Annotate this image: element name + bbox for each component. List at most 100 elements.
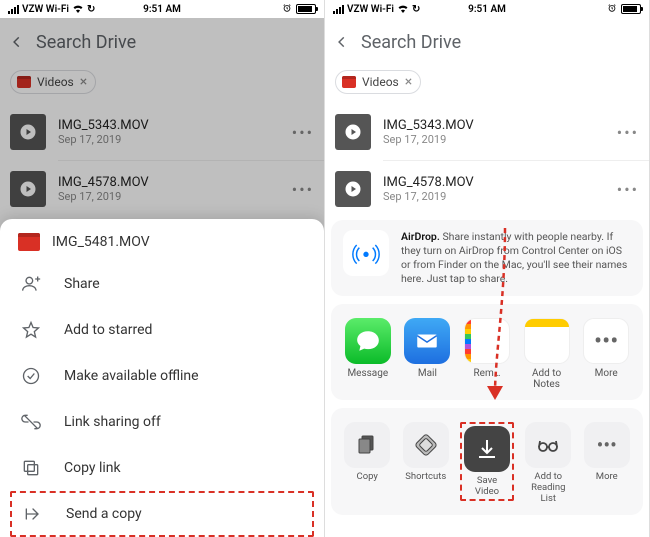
link-sharing-item[interactable]: Link sharing off bbox=[0, 399, 324, 445]
file-date: Sep 17, 2019 bbox=[383, 133, 605, 146]
chip-label: Videos bbox=[37, 75, 74, 89]
ios-share-sheet: AirDrop. Share instantly with people nea… bbox=[325, 220, 649, 537]
more-icon: ••• bbox=[584, 422, 630, 468]
file-row[interactable]: IMG_5343.MOV Sep 17, 2019 ••• bbox=[0, 104, 324, 160]
status-bar: VZW Wi-Fi ↻ 9:51 AM bbox=[0, 0, 324, 18]
send-copy-label: Send a copy bbox=[66, 506, 142, 522]
carrier-label: VZW Wi-Fi bbox=[22, 4, 69, 15]
video-thumb-icon bbox=[10, 114, 46, 150]
airdrop-card[interactable]: AirDrop. Share instantly with people nea… bbox=[331, 220, 643, 297]
action-save-video[interactable]: Save Video bbox=[460, 422, 514, 505]
phone-right: VZW Wi-Fi ↻ 9:51 AM Search Drive bbox=[325, 0, 650, 537]
more-icon[interactable]: ••• bbox=[617, 180, 639, 199]
copy-icon bbox=[344, 422, 390, 468]
share-app-mail[interactable]: Mail bbox=[403, 318, 453, 390]
search-placeholder: Search Drive bbox=[361, 32, 461, 53]
action-more[interactable]: ••• More bbox=[583, 422, 632, 505]
search-placeholder: Search Drive bbox=[36, 32, 136, 53]
offline-label: Make available offline bbox=[64, 368, 199, 384]
share-item[interactable]: Share bbox=[0, 261, 324, 307]
more-icon[interactable]: ••• bbox=[292, 180, 314, 199]
action-reading-list[interactable]: Add to Reading List bbox=[524, 422, 573, 505]
back-icon[interactable] bbox=[10, 30, 24, 55]
airdrop-icon bbox=[343, 230, 389, 276]
link-off-icon bbox=[20, 412, 42, 432]
file-action-sheet: IMG_5481.MOV Share Add to starred Make a… bbox=[0, 219, 324, 537]
file-name: IMG_5343.MOV bbox=[383, 118, 605, 133]
link-sharing-label: Link sharing off bbox=[64, 414, 161, 430]
file-date: Sep 17, 2019 bbox=[58, 133, 280, 146]
more-icon[interactable]: ••• bbox=[617, 123, 639, 142]
shortcuts-icon bbox=[403, 422, 449, 468]
file-row[interactable]: IMG_5343.MOV Sep 17, 2019 ••• bbox=[325, 104, 649, 160]
wifi-icon bbox=[72, 3, 84, 16]
cancel-card-peek[interactable] bbox=[331, 523, 643, 531]
copy-link-label: Copy link bbox=[64, 460, 121, 476]
filter-chip-videos[interactable]: Videos × bbox=[335, 70, 421, 94]
copy-link-item[interactable]: Copy link bbox=[0, 445, 324, 491]
action-shortcuts[interactable]: Shortcuts bbox=[402, 422, 451, 505]
search-bar[interactable]: Search Drive bbox=[0, 18, 324, 66]
share-app-more[interactable]: ••• More bbox=[581, 318, 631, 390]
add-to-starred-item[interactable]: Add to starred bbox=[0, 307, 324, 353]
refresh-icon: ↻ bbox=[412, 4, 420, 15]
action-copy[interactable]: Copy bbox=[343, 422, 392, 505]
back-icon[interactable] bbox=[335, 30, 349, 55]
battery-icon bbox=[296, 4, 316, 14]
star-icon bbox=[20, 320, 42, 340]
file-name: IMG_4578.MOV bbox=[58, 175, 280, 190]
save-video-icon bbox=[464, 426, 510, 472]
share-app-notes[interactable]: Add to Notes bbox=[522, 318, 572, 390]
send-icon bbox=[22, 504, 44, 524]
more-icon: ••• bbox=[583, 318, 629, 364]
copy-icon bbox=[20, 458, 42, 478]
share-apps-row: Message Mail Rem… Add to Notes bbox=[331, 304, 643, 400]
clock-label: 9:51 AM bbox=[468, 4, 506, 15]
share-actions-row: Copy Shortcuts Save Video Add bbox=[331, 408, 643, 515]
share-app-message[interactable]: Message bbox=[343, 318, 393, 390]
file-row[interactable]: IMG_4578.MOV Sep 17, 2019 ••• bbox=[325, 161, 649, 217]
alarm-icon bbox=[282, 3, 292, 16]
close-icon[interactable]: × bbox=[80, 74, 87, 90]
signal-icon bbox=[8, 5, 19, 14]
video-icon bbox=[342, 76, 356, 88]
reminders-icon bbox=[464, 318, 510, 364]
phone-left: VZW Wi-Fi ↻ 9:51 AM Search Drive bbox=[0, 0, 325, 537]
clock-label: 9:51 AM bbox=[143, 4, 181, 15]
file-name: IMG_4578.MOV bbox=[383, 175, 605, 190]
sheet-file-title: IMG_5481.MOV bbox=[52, 234, 150, 250]
close-icon[interactable]: × bbox=[405, 74, 412, 90]
filter-chip-videos[interactable]: Videos × bbox=[10, 70, 96, 94]
share-app-reminders[interactable]: Rem… bbox=[462, 318, 512, 390]
chip-label: Videos bbox=[362, 75, 399, 89]
airdrop-text: AirDrop. Share instantly with people nea… bbox=[401, 230, 631, 287]
share-label: Share bbox=[64, 276, 100, 292]
file-name: IMG_5343.MOV bbox=[58, 118, 280, 133]
status-bar: VZW Wi-Fi ↻ 9:51 AM bbox=[325, 0, 649, 18]
carrier-label: VZW Wi-Fi bbox=[347, 4, 394, 15]
starred-label: Add to starred bbox=[64, 322, 152, 338]
video-thumb-icon bbox=[335, 171, 371, 207]
video-thumb-icon bbox=[10, 171, 46, 207]
file-row[interactable]: IMG_4578.MOV Sep 17, 2019 ••• bbox=[0, 161, 324, 217]
reading-list-label: Add to Reading List bbox=[524, 472, 573, 505]
mail-icon bbox=[404, 318, 450, 364]
file-date: Sep 17, 2019 bbox=[58, 190, 280, 203]
signal-icon bbox=[333, 5, 344, 14]
wifi-icon bbox=[397, 3, 409, 16]
video-icon bbox=[17, 76, 31, 88]
send-a-copy-item[interactable]: Send a copy bbox=[10, 491, 314, 537]
offline-icon bbox=[20, 366, 42, 386]
person-add-icon bbox=[20, 274, 42, 294]
file-date: Sep 17, 2019 bbox=[383, 190, 605, 203]
message-icon bbox=[345, 318, 391, 364]
battery-icon bbox=[621, 4, 641, 14]
make-available-offline-item[interactable]: Make available offline bbox=[0, 353, 324, 399]
video-thumb-icon bbox=[335, 114, 371, 150]
refresh-icon: ↻ bbox=[87, 4, 95, 15]
glasses-icon bbox=[525, 422, 571, 468]
notes-icon bbox=[524, 318, 570, 364]
more-icon[interactable]: ••• bbox=[292, 123, 314, 142]
video-icon bbox=[18, 233, 40, 251]
search-bar[interactable]: Search Drive bbox=[325, 18, 649, 66]
